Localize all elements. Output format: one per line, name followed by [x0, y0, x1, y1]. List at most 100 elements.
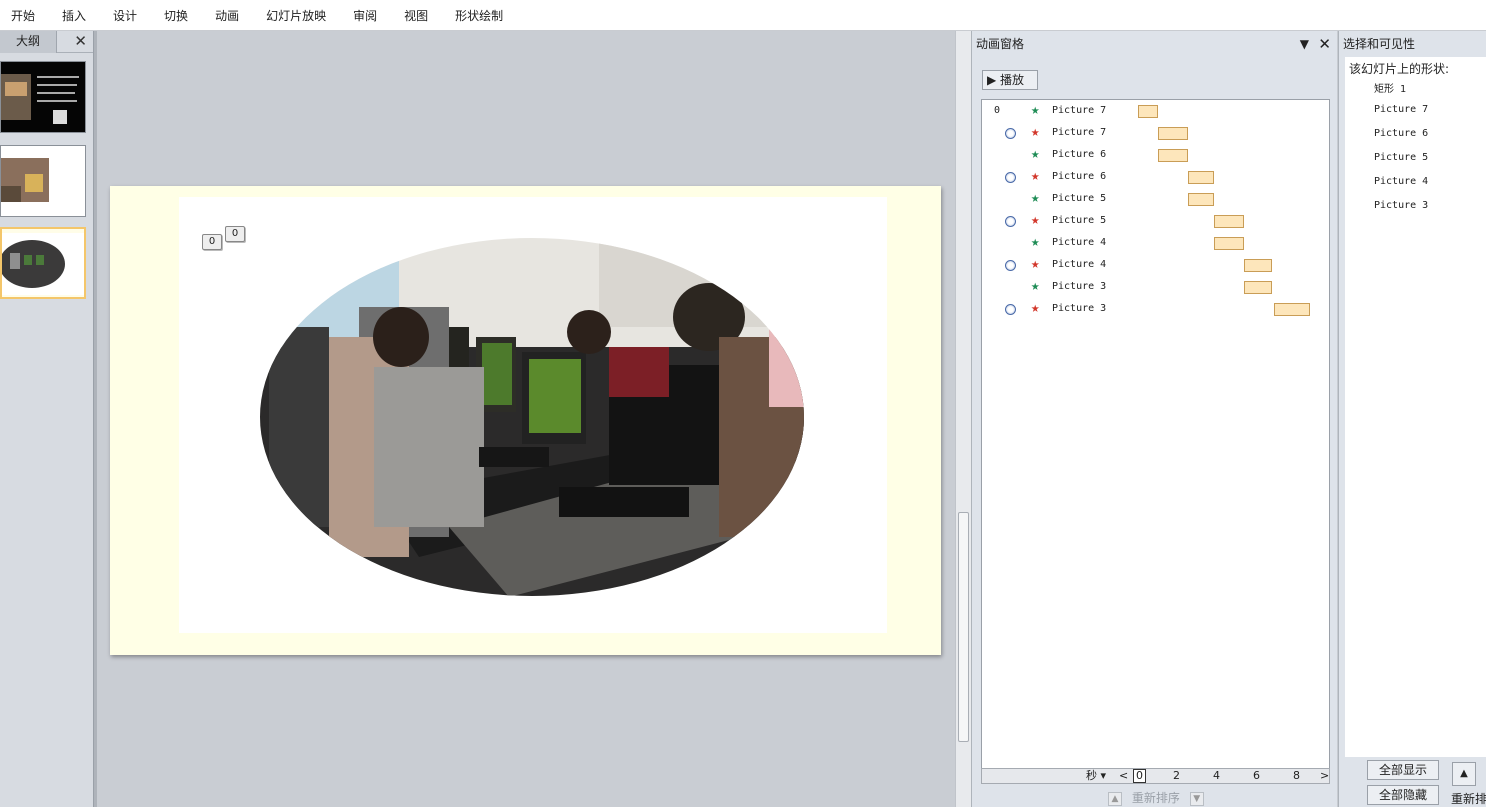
timing-bar[interactable]	[1214, 215, 1244, 228]
clock-icon	[1005, 128, 1016, 139]
timing-bar[interactable]	[1138, 105, 1158, 118]
clock-icon	[1005, 304, 1016, 315]
clock-icon	[1005, 172, 1016, 183]
exit-effect-icon: ★	[1031, 124, 1040, 140]
animation-row[interactable]: ★ Picture 7	[982, 122, 1329, 144]
animation-row[interactable]: ★ Picture 4	[982, 232, 1329, 254]
slide-white-rectangle[interactable]: 0 0	[179, 197, 887, 633]
tab-transitions[interactable]: 切换	[164, 7, 188, 24]
timeline-tick-label: 0	[1133, 769, 1146, 783]
reorder-label: 重新排序	[1131, 791, 1180, 805]
play-button[interactable]: ▶ 播放	[982, 70, 1038, 90]
animation-target-label: Picture 4	[1052, 237, 1107, 248]
exit-effect-icon: ★	[1031, 300, 1040, 316]
move-down-icon[interactable]: ▼	[1189, 791, 1204, 806]
timeline-ruler: 秒 ▾ < > 0 2 4 6 8	[981, 768, 1330, 784]
timing-bar[interactable]	[1244, 259, 1272, 272]
timing-bar[interactable]	[1244, 281, 1272, 294]
tab-insert[interactable]: 插入	[62, 7, 86, 24]
slide-thumbnail-2[interactable]	[0, 145, 86, 217]
shape-item[interactable]: Picture 5	[1374, 152, 1428, 163]
animation-pane: 动画窗格 ▼ ✕ ▶ 播放 0 ★ Picture 7 ★ Picture 7 ★ Pict…	[971, 31, 1337, 807]
slide-vertical-scrollbar[interactable]	[955, 31, 971, 807]
move-up-icon[interactable]: ▲	[1452, 762, 1476, 786]
slide-thumbnail-3[interactable]	[0, 227, 86, 299]
animation-pane-title: 动画窗格	[976, 37, 1025, 51]
entrance-effect-icon: ★	[1031, 234, 1040, 250]
close-icon[interactable]: ✕	[74, 32, 87, 50]
exit-effect-icon: ★	[1031, 168, 1040, 184]
animation-target-label: Picture 6	[1052, 149, 1107, 160]
entrance-effect-icon: ★	[1031, 146, 1040, 162]
shape-item[interactable]: Picture 7	[1374, 104, 1428, 115]
timing-bar[interactable]	[1188, 193, 1214, 206]
move-up-icon[interactable]: ▲	[1108, 791, 1122, 806]
timeline-tick-label: 8	[1293, 769, 1300, 782]
tab-animations[interactable]: 动画	[215, 7, 239, 24]
timeline-next-button[interactable]: >	[1320, 769, 1329, 783]
entrance-effect-icon: ★	[1031, 102, 1040, 118]
show-all-button[interactable]: 全部显示	[1367, 760, 1439, 780]
scrollbar-thumb[interactable]	[958, 512, 969, 742]
clock-icon	[1005, 260, 1016, 271]
tab-view[interactable]: 视图	[404, 7, 428, 24]
animation-target-label: Picture 3	[1052, 303, 1107, 314]
animation-target-label: Picture 7	[1052, 127, 1107, 138]
exit-effect-icon: ★	[1031, 256, 1040, 272]
animation-target-label: Picture 3	[1052, 281, 1107, 292]
animation-row[interactable]: ★ Picture 5	[982, 210, 1329, 232]
tab-outline[interactable]: 大纲	[0, 31, 57, 53]
tab-slideshow[interactable]: 幻灯片放映	[266, 7, 326, 24]
animation-sequence-number: 0	[994, 105, 1001, 116]
ribbon-tab-bar: 开始 插入 设计 切换 动画 幻灯片放映 审阅 视图 形状绘制	[0, 0, 1486, 31]
tab-review[interactable]: 审阅	[353, 7, 377, 24]
timing-bar[interactable]	[1274, 303, 1310, 316]
elliptical-classroom-photo[interactable]	[179, 197, 887, 633]
chevron-down-icon[interactable]: ▼	[1300, 31, 1309, 57]
animation-row[interactable]: 0 ★ Picture 7	[982, 100, 1329, 122]
slide-editing-area: 0 0	[97, 31, 955, 807]
shape-item[interactable]: 矩形 1	[1374, 80, 1406, 95]
timeline-tick-label: 4	[1213, 769, 1220, 782]
timing-bar[interactable]	[1158, 127, 1188, 140]
animation-row[interactable]: ★ Picture 4	[982, 254, 1329, 276]
animation-row[interactable]: ★ Picture 5	[982, 188, 1329, 210]
shape-item[interactable]: Picture 6	[1374, 128, 1428, 139]
animation-target-label: Picture 5	[1052, 215, 1107, 226]
timeline-tick-label: 6	[1253, 769, 1260, 782]
slide-thumbnail-1[interactable]	[0, 61, 86, 133]
slide-thumbnail-3-image	[2, 233, 84, 295]
animation-row[interactable]: ★ Picture 6	[982, 166, 1329, 188]
reorder-controls: ▲ 重新排序 ▼	[1102, 789, 1210, 806]
exit-effect-icon: ★	[1031, 212, 1040, 228]
animation-list: 0 ★ Picture 7 ★ Picture 7 ★ Picture 6 ★ Picture …	[981, 99, 1330, 769]
reorder-label: 重新排	[1451, 792, 1486, 806]
entrance-effect-icon: ★	[1031, 190, 1040, 206]
timing-bar[interactable]	[1188, 171, 1214, 184]
shape-item[interactable]: Picture 4	[1374, 176, 1428, 187]
current-slide[interactable]: 0 0	[110, 186, 941, 655]
timing-bar[interactable]	[1214, 237, 1244, 250]
seconds-dropdown[interactable]: 秒 ▾	[1086, 769, 1106, 783]
timeline-tick-label: 2	[1173, 769, 1180, 782]
slide-thumbnail-2-image	[1, 158, 49, 202]
selection-visibility-pane: 选择和可见性 该幻灯片上的形状: 矩形 1 Picture 7 Picture …	[1338, 31, 1486, 807]
tab-shape-drawing[interactable]: 形状绘制	[455, 7, 503, 24]
close-icon[interactable]: ✕	[1318, 31, 1331, 57]
timeline-prev-button[interactable]: <	[1119, 769, 1128, 783]
selection-pane-title: 选择和可见性	[1343, 37, 1416, 51]
hide-all-button[interactable]: 全部隐藏	[1367, 785, 1439, 805]
shape-item[interactable]: Picture 3	[1374, 200, 1428, 211]
animation-row[interactable]: ★ Picture 6	[982, 144, 1329, 166]
shape-list-heading: 该幻灯片上的形状:	[1349, 62, 1450, 76]
animation-pane-header: 动画窗格 ▼ ✕	[972, 31, 1337, 57]
tab-design[interactable]: 设计	[113, 7, 137, 24]
timing-bar[interactable]	[1158, 149, 1188, 162]
animation-target-label: Picture 4	[1052, 259, 1107, 270]
animation-row[interactable]: ★ Picture 3	[982, 298, 1329, 320]
entrance-effect-icon: ★	[1031, 278, 1040, 294]
tab-home[interactable]: 开始	[11, 7, 35, 24]
animation-row[interactable]: ★ Picture 3	[982, 276, 1329, 298]
slide-thumbnail-1-image	[1, 62, 85, 132]
animation-target-label: Picture 5	[1052, 193, 1107, 204]
